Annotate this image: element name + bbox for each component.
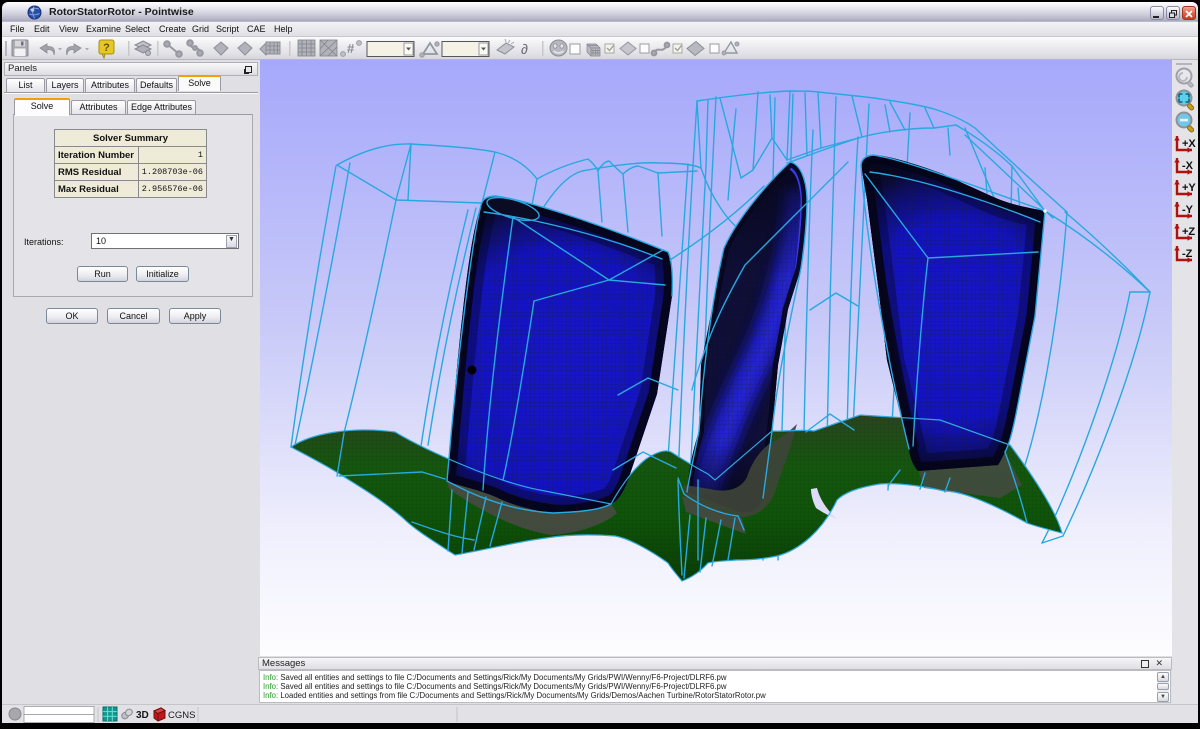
svg-text:∂: ∂ <box>521 41 528 57</box>
svg-text:CGNS: CGNS <box>168 710 195 721</box>
svg-text:+Y: +Y <box>1182 182 1196 194</box>
svg-text:3D: 3D <box>136 710 149 721</box>
svg-text:#: # <box>347 41 355 56</box>
svg-text:-Z: -Z <box>1182 248 1193 260</box>
svg-text:+X: +X <box>1182 138 1196 150</box>
svg-text:?: ? <box>103 42 110 54</box>
svg-text:+Z: +Z <box>1182 226 1195 238</box>
svg-text:-Y: -Y <box>1182 204 1194 216</box>
svg-text:-X: -X <box>1182 160 1194 172</box>
